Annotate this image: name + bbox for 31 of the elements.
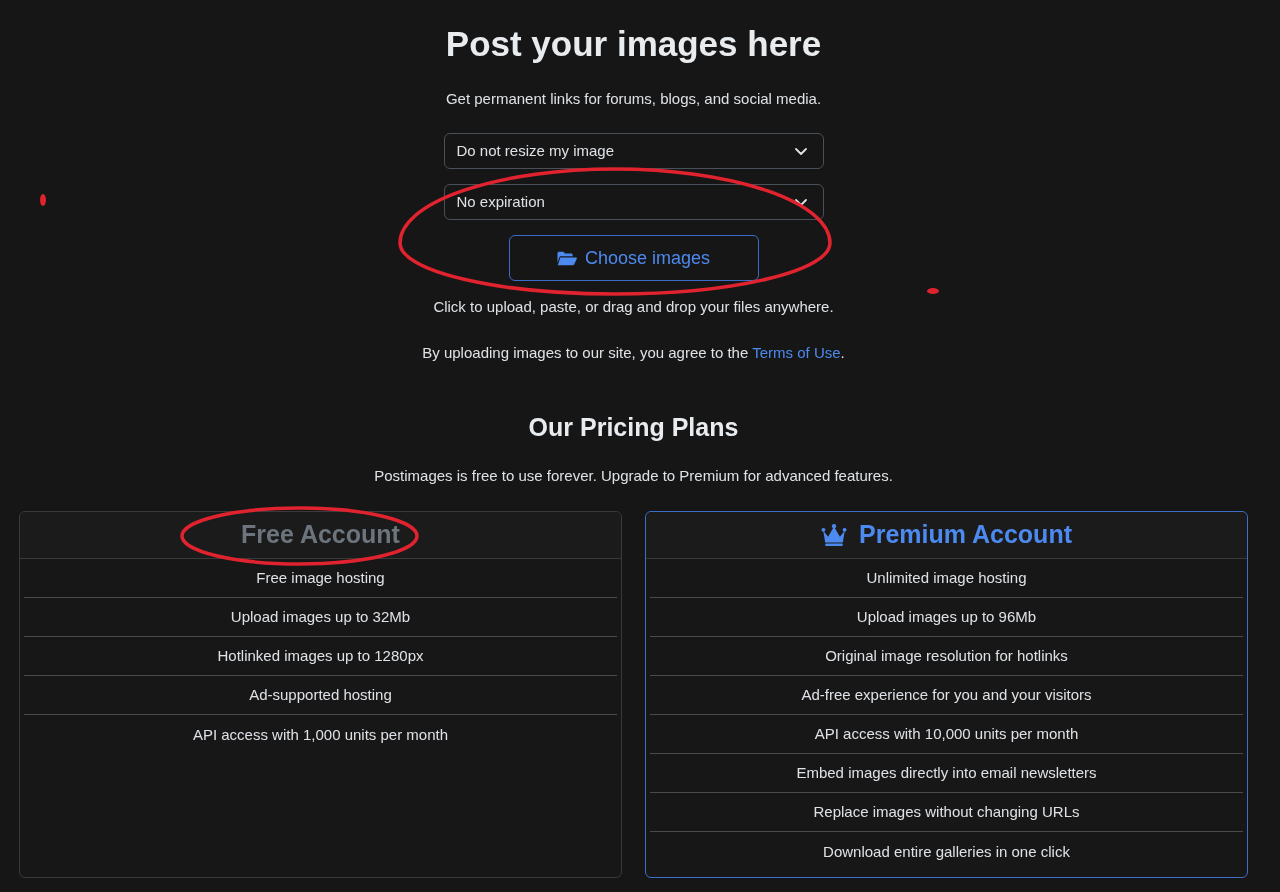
choose-images-button[interactable]: Choose images	[508, 235, 759, 281]
plan-feature: Ad-free experience for you and your visitors	[801, 685, 1092, 705]
plan-feature: Unlimited image hosting	[866, 568, 1027, 588]
section-subtitle: Postimages is free to use forever. Upgrade to Premium for advanced features.	[374, 466, 893, 486]
plan-title: Free Account	[241, 519, 400, 551]
plan-feature: Replace images without changing URLs	[813, 802, 1080, 822]
marker-dot-icon	[927, 288, 939, 294]
plan-title: Premium Account	[821, 516, 1072, 554]
chevron-down-icon	[794, 198, 807, 206]
plan-feature: Ad-supported hosting	[249, 685, 392, 705]
folder-icon	[556, 250, 577, 266]
plan-feature: Embed images directly into email newsletters	[796, 763, 1097, 783]
chevron-down-icon	[794, 147, 807, 155]
dropdown[interactable]: No expiration	[443, 184, 824, 220]
plan-feature: Download entire galleries in one click	[823, 841, 1070, 862]
plan-feature: Upload images up to 96Mb	[856, 607, 1037, 627]
section-title: Our Pricing Plans	[528, 412, 739, 443]
plan-feature: Upload images up to 32Mb	[230, 607, 411, 627]
plan-feature: Free image hosting	[256, 568, 385, 588]
crown-icon	[821, 524, 847, 546]
page-subtitle: Get permanent links for forums, blogs, and social media.	[445, 89, 822, 109]
plan-feature: API access with 10,000 units per month	[814, 724, 1079, 744]
plan-feature: Original image resolution for hotlinks	[825, 646, 1068, 666]
plan-feature: API access with 1,000 units per month	[192, 724, 449, 745]
terms-notice: By uploading images to our site, you agree to the Terms of Use.	[422, 343, 845, 363]
terms-link[interactable]: Terms of Use	[752, 344, 841, 361]
page-title: Post your images here	[445, 24, 822, 64]
marker-dot-icon	[40, 194, 46, 206]
dropdown[interactable]: Do not resize my image	[443, 133, 824, 169]
upload-hint: Click to upload, paste, or drag and drop your files anywhere.	[433, 297, 834, 317]
plan-feature: Hotlinked images up to 1280px	[217, 646, 424, 666]
